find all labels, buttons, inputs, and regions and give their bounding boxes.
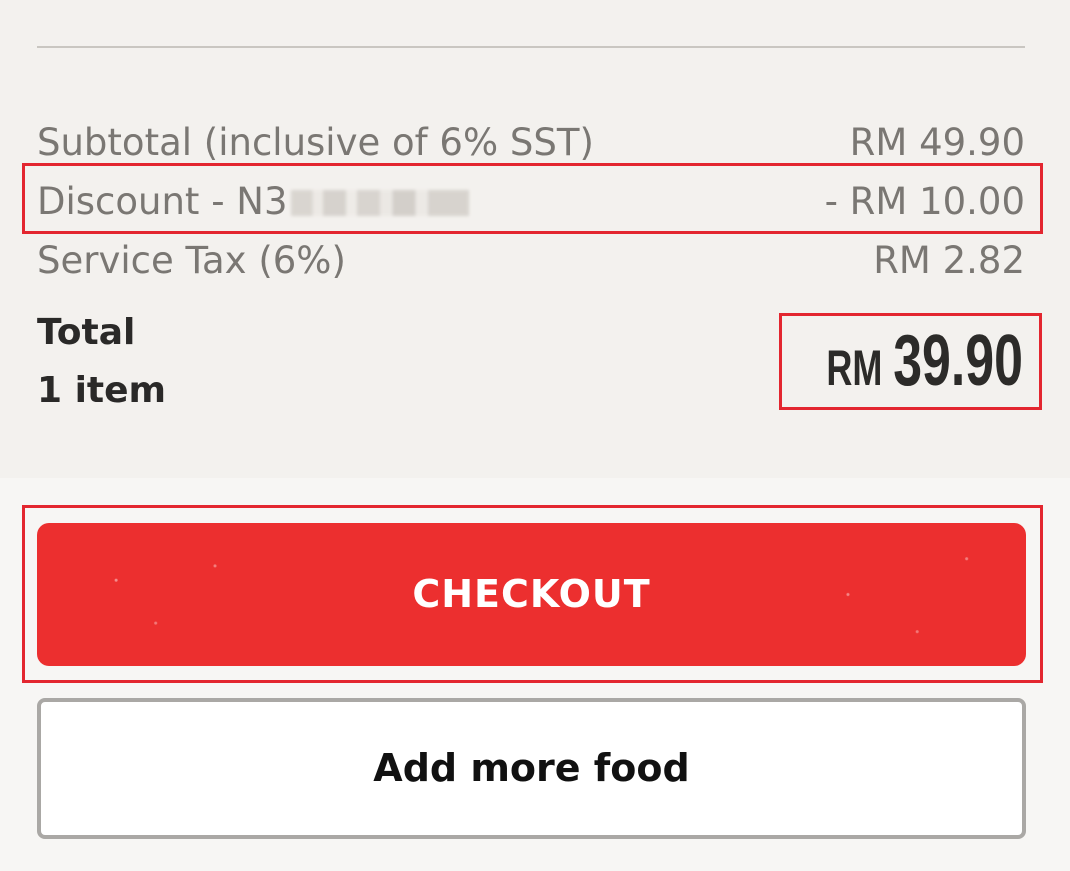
discount-value: - RM 10.00 bbox=[824, 180, 1025, 223]
total-amount: 39.90 bbox=[893, 321, 1023, 401]
service-tax-row: Service Tax (6%) RM 2.82 bbox=[37, 236, 1025, 286]
service-tax-label: Service Tax (6%) bbox=[37, 239, 346, 282]
order-summary: Subtotal (inclusive of 6% SST) RM 49.90 … bbox=[0, 0, 1070, 478]
discount-row: Discount - N3 - RM 10.00 bbox=[37, 177, 1025, 227]
add-more-food-button[interactable]: Add more food bbox=[37, 698, 1026, 839]
checkout-button[interactable]: CHECKOUT bbox=[37, 523, 1026, 666]
total-amount-display: RM 39.90 bbox=[826, 324, 1023, 398]
discount-label: Discount - N3 bbox=[37, 180, 288, 223]
subtotal-value: RM 49.90 bbox=[849, 121, 1025, 164]
subtotal-label: Subtotal (inclusive of 6% SST) bbox=[37, 121, 594, 164]
service-tax-value: RM 2.82 bbox=[873, 239, 1025, 282]
total-currency: RM bbox=[826, 340, 883, 396]
total-label: Total bbox=[37, 312, 136, 353]
discount-label-wrap: Discount - N3 bbox=[37, 177, 469, 227]
summary-divider bbox=[37, 46, 1025, 48]
discount-code-blur bbox=[290, 190, 469, 216]
subtotal-row: Subtotal (inclusive of 6% SST) RM 49.90 bbox=[37, 118, 1025, 168]
item-count: 1 item bbox=[37, 370, 167, 411]
